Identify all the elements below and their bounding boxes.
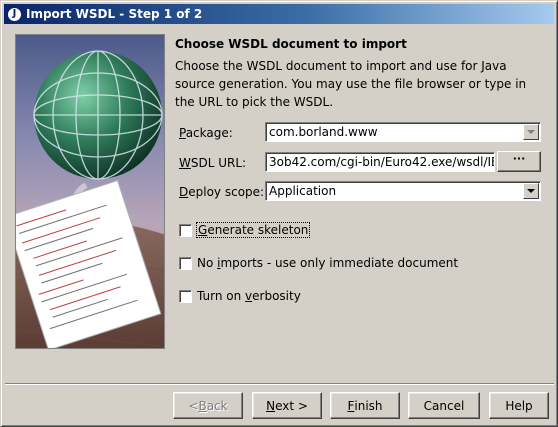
deploy-scope-label: Deploy scope: [179, 185, 265, 199]
verbosity-label: Turn on verbosity [197, 289, 301, 303]
browse-button[interactable]: ··· [497, 151, 541, 172]
generate-skeleton-label: Generate skeleton [195, 222, 311, 238]
globe-and-document-illustration [16, 35, 164, 348]
wizard-side-image [15, 34, 165, 349]
jbuilder-icon: J [7, 6, 22, 22]
verbosity-checkbox[interactable] [179, 289, 192, 303]
no-imports-checkbox[interactable] [179, 256, 192, 270]
wsdl-url-input[interactable]: 3ob42.com/cgi-bin/Euro42.exe/wsdl/IEuro [265, 152, 495, 172]
package-dropdown-button[interactable] [523, 124, 539, 140]
ellipsis-icon: ··· [512, 152, 526, 165]
generate-skeleton-option[interactable]: Generate skeleton [179, 222, 311, 238]
deploy-scope-dropdown-button[interactable] [523, 183, 539, 199]
back-button[interactable]: < Back [173, 392, 243, 419]
chevron-down-icon [527, 189, 535, 193]
step-description: Choose the WSDL document to import and u… [175, 59, 527, 109]
package-combo[interactable]: com.borland.www [265, 122, 541, 142]
verbosity-option[interactable]: Turn on verbosity [179, 289, 301, 303]
help-button[interactable]: Help [489, 392, 549, 419]
finish-button[interactable]: Finish [330, 392, 400, 419]
deploy-scope-select[interactable]: Application [265, 181, 541, 201]
window-title: Import WSDL - Step 1 of 2 [26, 7, 203, 21]
step-heading: Choose WSDL document to import [175, 37, 407, 51]
chevron-down-icon [527, 130, 535, 134]
package-value: com.borland.www [269, 125, 378, 139]
title-bar[interactable]: J Import WSDL - Step 1 of 2 [4, 4, 554, 24]
deploy-scope-value: Application [269, 184, 337, 198]
cancel-button[interactable]: Cancel [408, 392, 480, 419]
button-separator-highlight [5, 384, 554, 385]
package-label: Package: [179, 126, 233, 140]
no-imports-label: No imports - use only immediate document [197, 256, 459, 270]
import-wsdl-dialog: J Import WSDL - Step 1 of 2 Choose WSDL … [0, 0, 558, 427]
wsdl-url-label: WSDL URL: [179, 156, 247, 170]
next-button[interactable]: Next > [252, 392, 322, 419]
no-imports-option[interactable]: No imports - use only immediate document [179, 256, 458, 270]
wsdl-url-value: 3ob42.com/cgi-bin/Euro42.exe/wsdl/IEuro [269, 155, 495, 169]
generate-skeleton-checkbox[interactable] [179, 223, 192, 237]
